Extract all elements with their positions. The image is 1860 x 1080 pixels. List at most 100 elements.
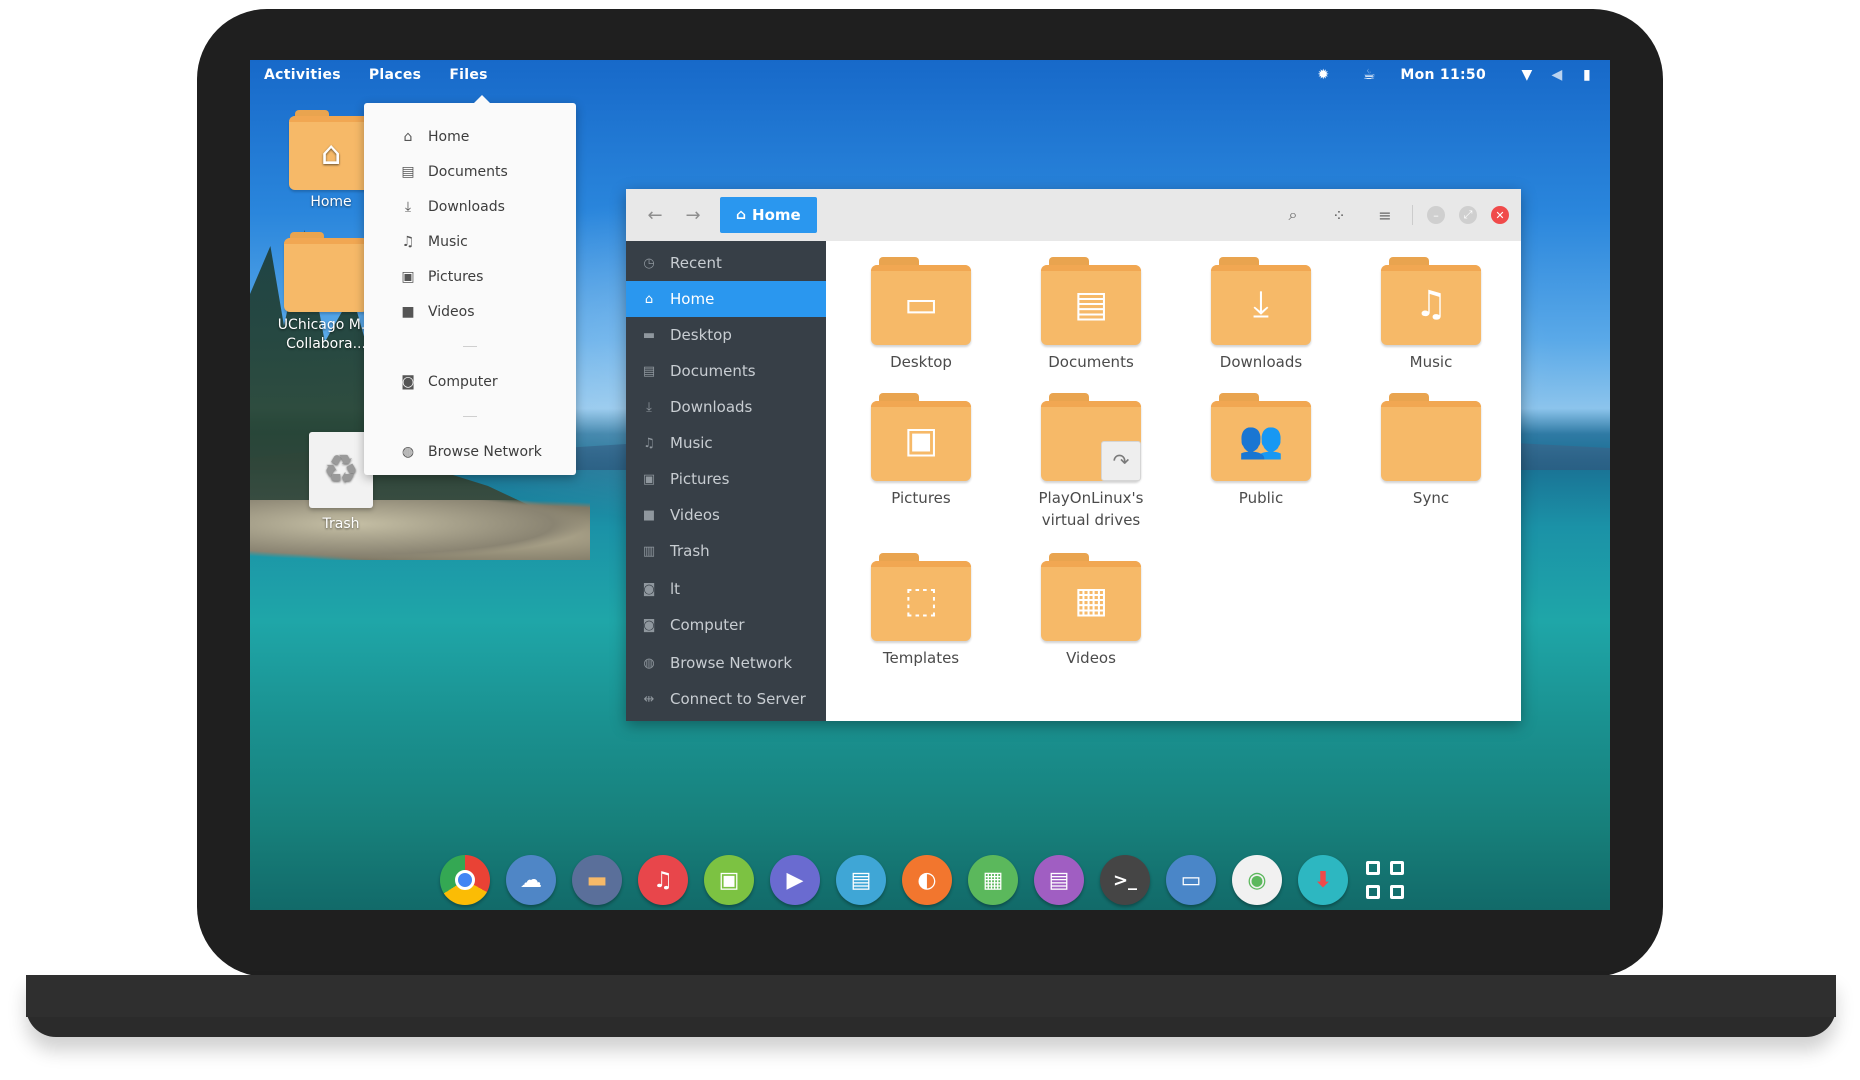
music-icon[interactable]: ♫ xyxy=(638,855,688,905)
hamburger-icon: ≡ xyxy=(1378,205,1392,225)
picture-icon: ▣ xyxy=(642,471,656,487)
desktop-icon: ▬ xyxy=(642,327,656,343)
battery-icon[interactable]: ▮ xyxy=(1578,66,1596,84)
sidebar-item-home[interactable]: ⌂ Home xyxy=(626,281,826,317)
sidebar-item-pictures[interactable]: ▣ Pictures xyxy=(626,461,826,497)
activities-button[interactable]: Activities xyxy=(264,67,341,83)
folder-view: ▭ Desktop ▤ Documents ⤓ Downloads ♫ Musi… xyxy=(826,241,1521,721)
folder-label: Public xyxy=(1238,489,1284,507)
video-player-icon[interactable]: ▶ xyxy=(770,855,820,905)
sidebar-item-trash[interactable]: ▥ Trash xyxy=(626,533,826,569)
video-icon: ■ xyxy=(401,303,415,320)
home-icon: ⌂ xyxy=(736,207,747,223)
sidebar-item-recent[interactable]: ◷ Recent xyxy=(626,245,826,281)
document-icon: ▤ xyxy=(401,163,415,180)
people-icon: 👥 xyxy=(1238,419,1284,461)
folder-documents[interactable]: ▤ Documents xyxy=(1016,257,1166,373)
folder-icon: ↷ xyxy=(1041,393,1141,481)
close-button[interactable]: ✕ xyxy=(1491,206,1509,224)
sidebar-item-drive-lt[interactable]: ◙ lt xyxy=(626,571,826,607)
folder-public[interactable]: 👥 Public xyxy=(1186,393,1336,509)
coffee-icon[interactable]: ☕ xyxy=(1360,66,1378,84)
desktop-icon-label: UChicago M... Collabora... xyxy=(277,317,375,352)
search-button[interactable]: ⌕ xyxy=(1278,200,1308,230)
network-icon: ◍ xyxy=(401,443,415,460)
home-icon: ⌂ xyxy=(403,128,413,145)
minimize-button[interactable]: – xyxy=(1427,206,1445,224)
folder-icon: ▣ xyxy=(871,393,971,481)
link-icon: ↷ xyxy=(1101,441,1141,481)
dock: ☁ ▬ ♫ ▣ ▶ ▤ ◐ ▦ ▤ >_ ▭ ◉ ⬇ xyxy=(440,850,1420,910)
desktop-icon-uchicago[interactable]: UChicago M... Collabora... xyxy=(276,232,376,354)
folder-downloads[interactable]: ⤓ Downloads xyxy=(1186,257,1336,373)
search-icon: ⌕ xyxy=(1288,205,1298,224)
server-icon: ⇹ xyxy=(643,691,655,707)
network-icon: ◍ xyxy=(643,655,655,671)
image-viewer-icon[interactable]: ▣ xyxy=(704,855,754,905)
sidebar-item-computer[interactable]: ◙ Computer xyxy=(626,607,826,643)
cloud-icon[interactable]: ☁ xyxy=(506,855,556,905)
home-folder-icon: ⌂ xyxy=(289,110,373,190)
sidebar-item-connect-to-server[interactable]: ⇹ Connect to Server xyxy=(626,681,826,717)
places-item-pictures[interactable]: ▣ Pictures xyxy=(364,259,576,294)
header-bar: ← → ⌂ Home ⌕ ⁘ ≡ – ⤢ ✕ xyxy=(626,189,1521,241)
clock[interactable]: Mon 11:50 xyxy=(1400,67,1486,83)
folder-sync[interactable]: Sync xyxy=(1356,393,1506,509)
places-item-documents[interactable]: ▤ Documents xyxy=(364,154,576,189)
folder-playonlinux[interactable]: ↷ PlayOnLinux's virtual drives xyxy=(1016,393,1166,531)
folder-videos[interactable]: ▦ Videos xyxy=(1016,553,1166,669)
photo-icon[interactable]: ◐ xyxy=(902,855,952,905)
places-popup-menu: ⌂ Home ▤ Documents ⤓ Downloads ♫ Music ▣ Pict… xyxy=(364,95,576,475)
download-icon: ⤓ xyxy=(646,399,652,415)
remote-desktop-icon[interactable]: ▭ xyxy=(1166,855,1216,905)
picture-icon: ▣ xyxy=(401,268,415,285)
places-item-downloads[interactable]: ⤓ Downloads xyxy=(364,189,576,224)
desktop-screen: Activities Places Files ✹ ☕ Mon 11:50 ▼ … xyxy=(250,60,1610,910)
places-item-computer[interactable]: ◙ Computer xyxy=(364,364,576,399)
sidebar-item-browse-network[interactable]: ◍ Browse Network xyxy=(626,645,826,681)
wifi-icon[interactable]: ▼ xyxy=(1518,66,1536,84)
forward-button[interactable]: → xyxy=(678,200,708,230)
folder-icon: ▤ xyxy=(1041,257,1141,345)
files-menu-button[interactable]: Files xyxy=(449,67,488,83)
show-applications-icon[interactable] xyxy=(1366,861,1404,899)
places-menu-button[interactable]: Places xyxy=(369,67,421,83)
sidebar-item-music[interactable]: ♫ Music xyxy=(626,425,826,461)
text-editor-icon[interactable]: ▤ xyxy=(836,855,886,905)
folder-label: Templates xyxy=(882,649,960,667)
folder-icon: ▦ xyxy=(1041,553,1141,641)
sidebar-item-documents[interactable]: ▤ Documents xyxy=(626,353,826,389)
menu-button[interactable]: ≡ xyxy=(1370,200,1400,230)
folder-label: Downloads xyxy=(1219,353,1303,371)
settings-toggle-icon[interactable]: ◉ xyxy=(1232,855,1282,905)
desktop-icon: ▭ xyxy=(903,283,939,325)
view-grid-button[interactable]: ⁘ xyxy=(1324,200,1354,230)
software-updater-icon[interactable]: ⬇ xyxy=(1298,855,1348,905)
sidebar-item-downloads[interactable]: ⤓ Downloads xyxy=(626,389,826,425)
terminal-icon[interactable]: >_ xyxy=(1100,855,1150,905)
places-item-videos[interactable]: ■ Videos xyxy=(364,294,576,329)
chrome-icon[interactable] xyxy=(440,855,490,905)
folder-music[interactable]: ♫ Music xyxy=(1356,257,1506,373)
folder-desktop[interactable]: ▭ Desktop xyxy=(846,257,996,373)
sidebar-item-videos[interactable]: ■ Videos xyxy=(626,497,826,533)
sidebar-item-desktop[interactable]: ▬ Desktop xyxy=(626,317,826,353)
places-item-browse-network[interactable]: ◍ Browse Network xyxy=(364,434,576,469)
volume-icon[interactable]: ◀ xyxy=(1548,66,1566,84)
menu-separator xyxy=(364,329,576,364)
document-viewer-icon[interactable]: ▤ xyxy=(1034,855,1084,905)
folder-templates[interactable]: ⬚ Templates xyxy=(846,553,996,669)
back-button[interactable]: ← xyxy=(640,200,670,230)
update-icon[interactable]: ✹ xyxy=(1314,66,1332,84)
places-item-home[interactable]: ⌂ Home xyxy=(364,119,576,154)
folder-label: PlayOnLinux's virtual drives xyxy=(1038,489,1144,529)
maximize-button[interactable]: ⤢ xyxy=(1459,206,1477,224)
folder-pictures[interactable]: ▣ Pictures xyxy=(846,393,996,509)
document-icon: ▤ xyxy=(1073,283,1109,325)
folder-icon xyxy=(284,232,368,312)
spreadsheet-icon[interactable]: ▦ xyxy=(968,855,1018,905)
files-icon[interactable]: ▬ xyxy=(572,855,622,905)
folder-icon: ♫ xyxy=(1381,257,1481,345)
path-bar-home-button[interactable]: ⌂ Home xyxy=(720,197,817,233)
places-item-music[interactable]: ♫ Music xyxy=(364,224,576,259)
